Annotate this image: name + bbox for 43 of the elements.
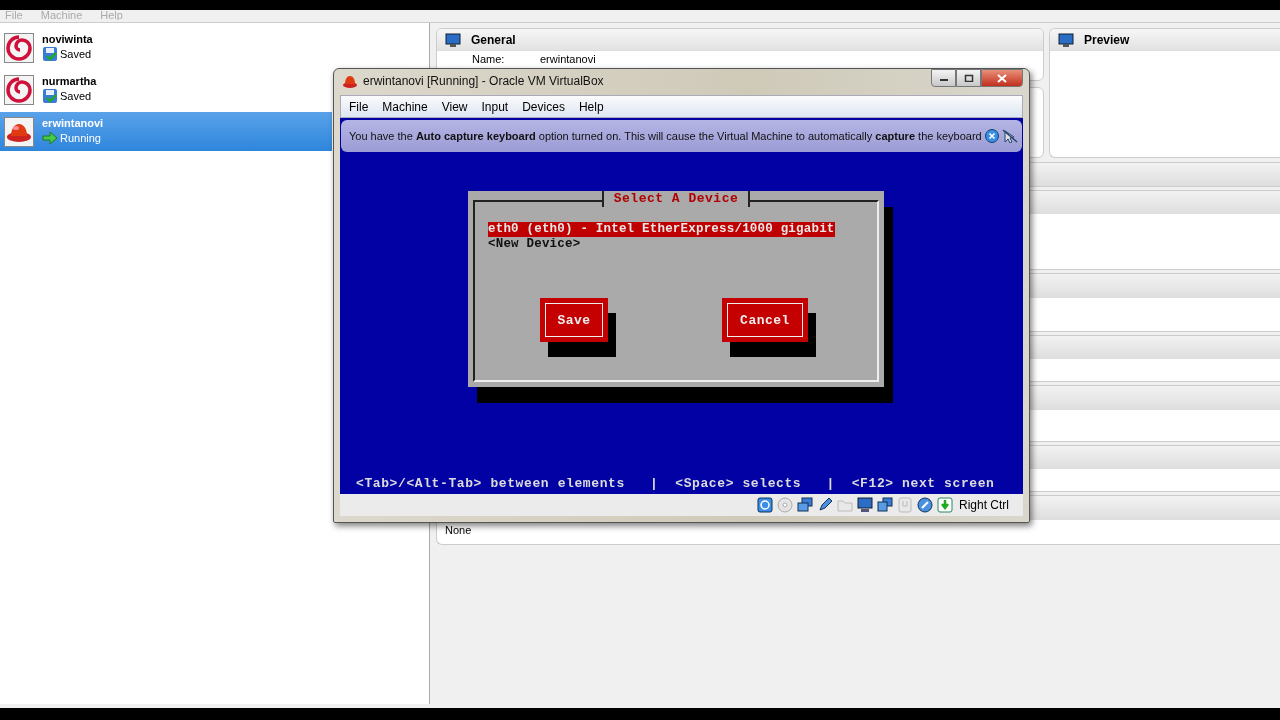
section-title: Preview xyxy=(1084,32,1130,47)
vm-status: Saved xyxy=(60,48,92,60)
menu-item[interactable]: Help xyxy=(572,99,610,114)
vm-status: Running xyxy=(60,132,101,144)
network-icon xyxy=(797,497,813,513)
down-arrow-icon xyxy=(937,497,953,513)
vm-name: nurmartha xyxy=(42,75,97,87)
menu-item[interactable]: Machine xyxy=(376,99,434,114)
key-hint: <Tab>/<Alt-Tab> between elements | <Space> selects | <F12> next screen xyxy=(356,477,996,493)
minimize-button[interactable] xyxy=(931,69,956,87)
section-title: General xyxy=(471,32,516,47)
close-icon xyxy=(997,73,1007,83)
monitor-icon xyxy=(445,31,461,48)
field-value: None xyxy=(444,523,472,536)
field-value: erwintanovi xyxy=(540,54,596,65)
windows-icon xyxy=(877,497,893,513)
close-icon[interactable] xyxy=(984,129,999,143)
vm-list-item[interactable]: noviwinta Saved xyxy=(0,28,332,67)
menu-item[interactable]: File xyxy=(343,99,375,114)
folder-icon xyxy=(837,497,853,513)
field-label: Name: xyxy=(472,54,506,65)
close-button[interactable] xyxy=(981,69,1023,87)
window-title: erwintanovi [Running] - Oracle VM VirtualBox xyxy=(363,74,605,88)
list-item[interactable]: eth0 (eth0) - Intel EtherExpress/1000 gigabit xyxy=(488,222,835,237)
vm-status: Saved xyxy=(60,90,92,102)
menu-item[interactable]: Input xyxy=(475,99,515,114)
list-item[interactable]: <New Device> xyxy=(488,237,581,252)
restore-button[interactable] xyxy=(956,69,981,87)
hat-icon xyxy=(342,74,358,88)
pen-icon xyxy=(817,497,833,513)
dialog-title: Select A Device xyxy=(601,191,751,207)
monitor-icon xyxy=(857,497,873,513)
notification-text: You have the Auto capture keyboard option turned on. This will cause the Virtual Machine to automatically capture the keyboard xyxy=(349,130,982,142)
disc-icon xyxy=(777,497,793,513)
menu-item[interactable]: Devices xyxy=(516,99,571,114)
host-key-label: Right Ctrl xyxy=(959,498,1009,512)
menu-item[interactable]: View xyxy=(435,99,474,114)
restore-icon xyxy=(963,74,974,82)
crossed-cursor-icon[interactable] xyxy=(1001,129,1018,143)
vm-name: erwintanovi xyxy=(42,117,104,129)
monitor-icon xyxy=(1058,31,1074,48)
vm-name: noviwinta xyxy=(42,33,93,45)
vm-list-item[interactable]: nurmartha Saved xyxy=(0,70,332,109)
